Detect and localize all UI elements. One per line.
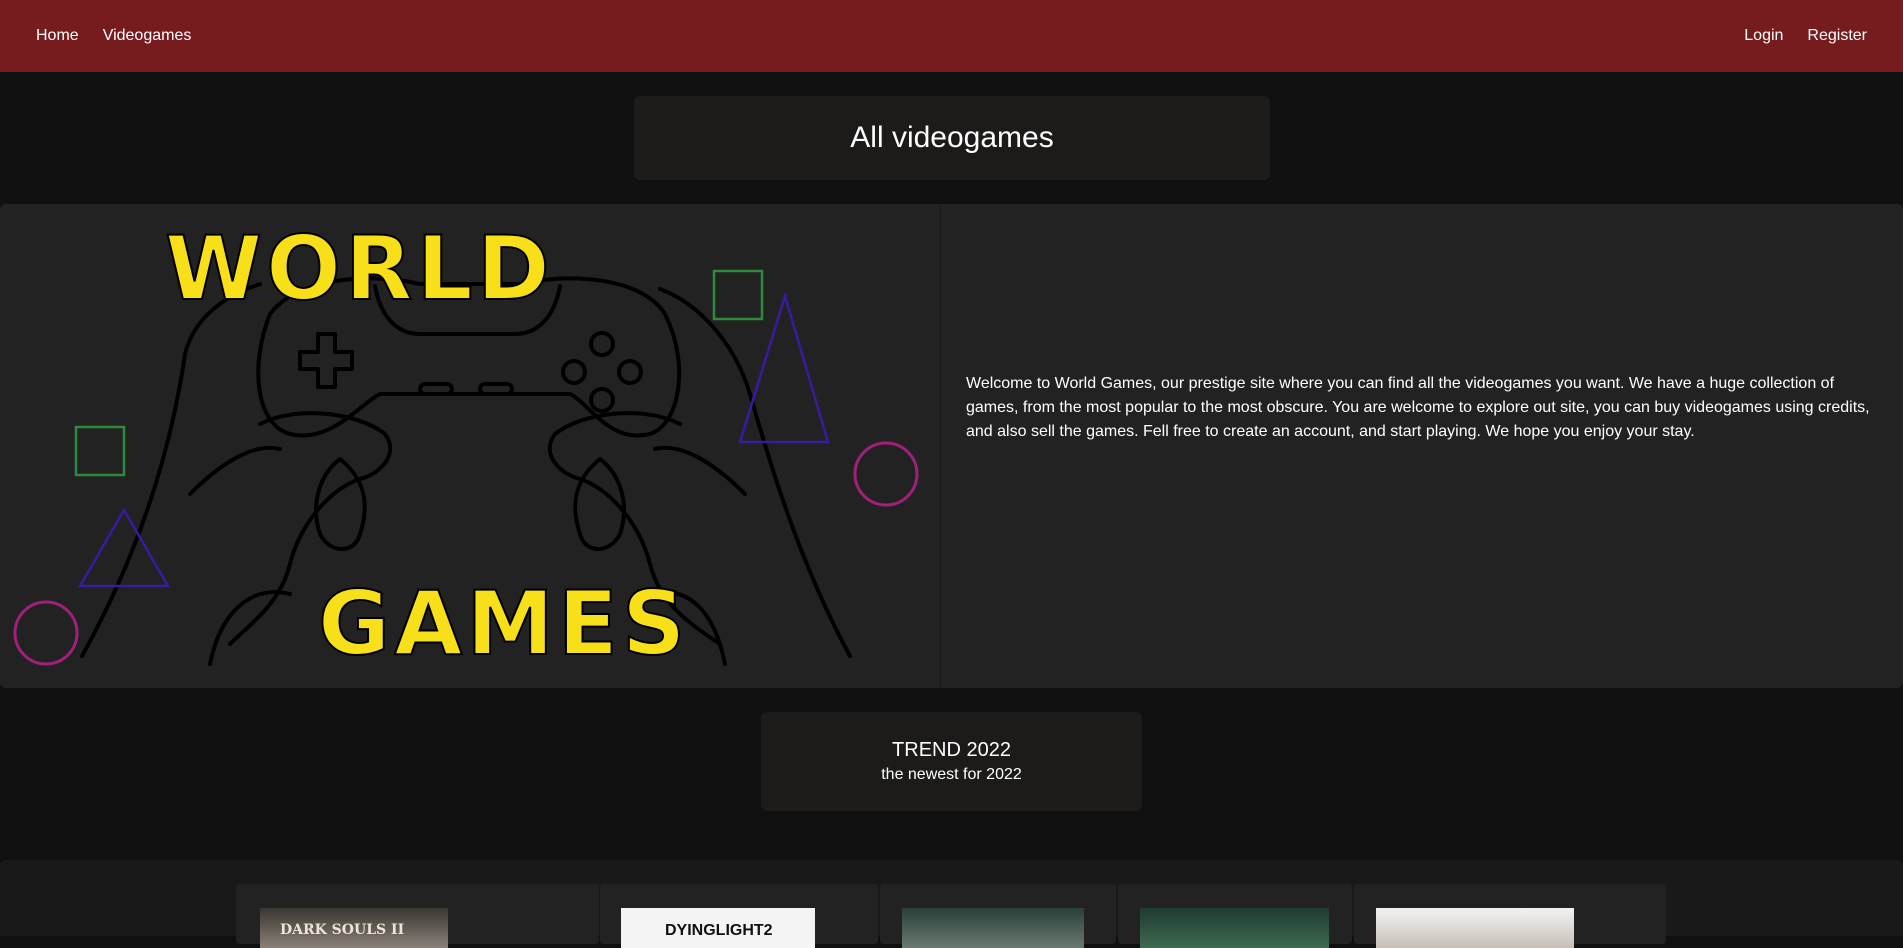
nav-login-link[interactable]: Login bbox=[1744, 27, 1783, 45]
green-square-shape bbox=[712, 269, 764, 321]
magenta-circle-shape bbox=[853, 441, 919, 507]
logo-word-games: GAMES bbox=[318, 572, 689, 675]
logo-word-world: WORLD bbox=[165, 217, 554, 320]
game-card[interactable] bbox=[880, 884, 1116, 948]
game-card[interactable] bbox=[1354, 884, 1666, 948]
game-cover-title: DYINGLIGHT2 bbox=[665, 922, 773, 939]
green-square-shape-left bbox=[74, 425, 126, 477]
trend-title: TREND 2022 bbox=[892, 739, 1011, 761]
magenta-circle-shape-left bbox=[13, 600, 79, 666]
hero-section: WORLD GAMES Welcome to World Games, our … bbox=[0, 204, 1903, 688]
nav-home-link[interactable]: Home bbox=[36, 27, 79, 45]
game-card[interactable]: DARK SOULS II bbox=[236, 884, 599, 948]
game-cover-image[interactable] bbox=[1140, 908, 1329, 948]
game-cover-image[interactable]: DYINGLIGHT2 bbox=[621, 908, 815, 948]
games-strip: DARK SOULS II DYINGLIGHT2 bbox=[0, 860, 1903, 948]
nav-videogames-link[interactable]: Videogames bbox=[103, 27, 192, 45]
hero-description: Welcome to World Games, our prestige sit… bbox=[966, 375, 1870, 440]
trend-card: TREND 2022 the newest for 2022 bbox=[761, 712, 1142, 811]
world-games-logo-image: WORLD GAMES bbox=[13, 216, 919, 676]
trend-subtitle: the newest for 2022 bbox=[881, 766, 1022, 783]
game-card[interactable]: DYINGLIGHT2 bbox=[600, 884, 878, 948]
nav-register-link[interactable]: Register bbox=[1807, 27, 1867, 45]
game-cover-image[interactable] bbox=[902, 908, 1084, 948]
game-cover-image[interactable]: DARK SOULS II bbox=[260, 908, 448, 948]
game-card[interactable] bbox=[1118, 884, 1352, 948]
nav-left: Home Videogames bbox=[36, 27, 191, 45]
game-cover-image[interactable] bbox=[1376, 908, 1574, 948]
page-title-card: All videogames bbox=[634, 96, 1270, 180]
page-title: All videogames bbox=[850, 121, 1054, 154]
nav-right: Login Register bbox=[1744, 27, 1867, 45]
hero-divider bbox=[940, 204, 941, 688]
navbar: Home Videogames Login Register bbox=[0, 0, 1903, 72]
